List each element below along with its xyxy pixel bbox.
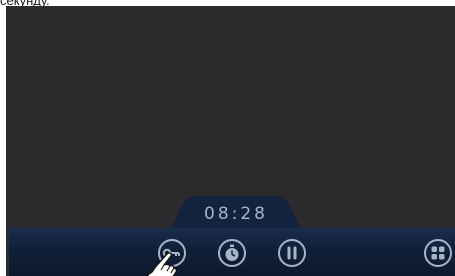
timer-button[interactable] <box>217 238 247 268</box>
key-lock-icon <box>158 239 186 267</box>
pause-button[interactable] <box>277 238 307 268</box>
stopwatch-icon <box>218 239 246 267</box>
timer-display: 08:28 <box>204 204 268 224</box>
device-screen: 08:28 <box>6 6 455 276</box>
page: секунду. 08:28 <box>0 0 455 276</box>
lock-button[interactable] <box>157 238 187 268</box>
menu-button[interactable] <box>423 238 453 268</box>
grid-menu-icon <box>424 239 452 267</box>
pause-icon <box>278 239 306 267</box>
